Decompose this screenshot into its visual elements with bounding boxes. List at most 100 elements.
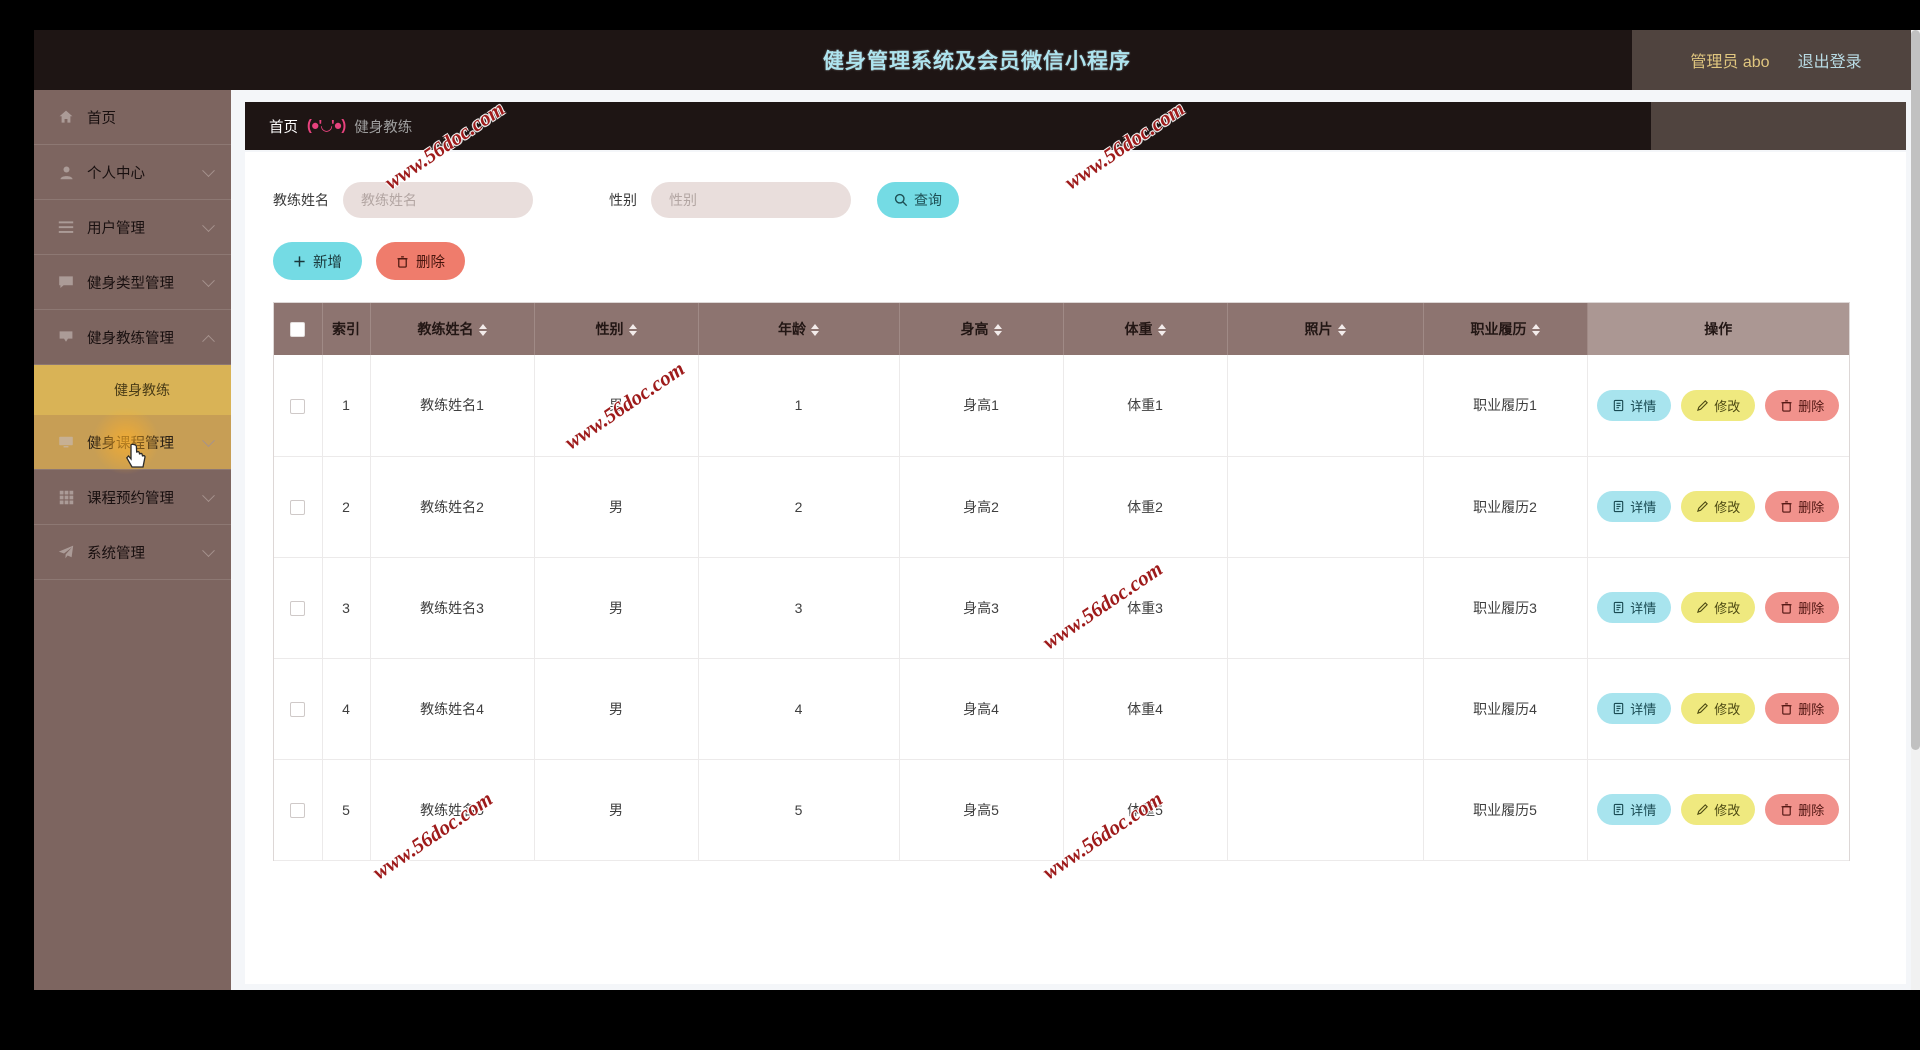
top-header: 健身管理系统及会员微信小程序 管理员 abo 退出登录 <box>34 30 1920 90</box>
document-icon <box>1613 500 1624 513</box>
row-select-cell <box>274 658 323 760</box>
coach-table: 索引 教练姓名 性别 年龄 身高 体重 照片 职业履历 操作 1 教练姓名1 男 1 身… <box>274 303 1849 861</box>
table-row: 3 教练姓名3 男 3 身高3 体重3 职业履历3 详情 修改 删除 <box>274 557 1849 659</box>
sidebar-item-user-management[interactable]: 用户管理 <box>34 200 231 255</box>
cell-operations: 详情 修改 删除 <box>1587 355 1849 457</box>
delete-button-label: 删除 <box>416 254 445 271</box>
home-icon <box>56 108 76 126</box>
delete-button[interactable]: 删除 <box>376 242 465 280</box>
row-delete-button[interactable]: 删除 <box>1765 794 1840 825</box>
cell-operations: 详情 修改 删除 <box>1587 557 1849 659</box>
col-weight[interactable]: 体重 <box>1063 303 1228 355</box>
row-delete-label: 删除 <box>1798 803 1825 818</box>
sidebar-item-label: 用户管理 <box>87 220 145 237</box>
cell-age: 5 <box>698 759 900 861</box>
cell-index: 1 <box>322 355 371 457</box>
row-delete-button[interactable]: 删除 <box>1765 389 1840 421</box>
monitor-icon <box>56 433 76 451</box>
sort-icon[interactable] <box>1531 324 1540 337</box>
col-height[interactable]: 身高 <box>899 303 1064 355</box>
sort-icon[interactable] <box>1157 324 1166 337</box>
row-detail-button[interactable]: 详情 <box>1597 389 1672 421</box>
sidebar-item-profile[interactable]: 个人中心 <box>34 145 231 200</box>
trash-icon <box>1781 501 1792 513</box>
scrollbar-thumb[interactable] <box>1911 30 1920 750</box>
col-gender[interactable]: 性别 <box>534 303 699 355</box>
row-edit-button[interactable]: 修改 <box>1681 592 1756 623</box>
row-detail-button[interactable]: 详情 <box>1597 491 1672 522</box>
sidebar-item-label: 个人中心 <box>87 165 145 182</box>
add-button[interactable]: 新增 <box>273 242 362 280</box>
row-select-cell <box>274 355 323 457</box>
select-all-checkbox[interactable] <box>290 322 306 338</box>
row-delete-label: 删除 <box>1798 601 1825 616</box>
cell-gender: 男 <box>534 658 699 760</box>
row-delete-label: 删除 <box>1798 398 1825 414</box>
grid-icon <box>56 488 76 506</box>
sort-icon[interactable] <box>478 324 487 337</box>
row-checkbox[interactable] <box>290 701 306 717</box>
coach-name-input[interactable] <box>343 182 533 218</box>
search-icon <box>894 193 908 207</box>
search-button[interactable]: 查询 <box>877 182 959 218</box>
row-edit-button[interactable]: 修改 <box>1681 389 1756 421</box>
breadcrumb-home[interactable]: 首页 <box>269 116 298 137</box>
logout-link[interactable]: 退出登录 <box>1798 48 1862 72</box>
cell-photo <box>1227 759 1424 861</box>
table-row: 1 教练姓名1 男 1 身高1 体重1 职业履历1 详情 修改 删除 <box>274 355 1849 457</box>
plus-icon <box>294 255 305 267</box>
sidebar-item-course-management[interactable]: 健身课程管理 <box>34 407 231 475</box>
col-resume[interactable]: 职业履历 <box>1423 303 1588 355</box>
row-edit-button[interactable]: 修改 <box>1681 693 1756 724</box>
row-delete-button[interactable]: 删除 <box>1765 693 1840 724</box>
sidebar-item-fitness-type[interactable]: 健身类型管理 <box>34 255 231 310</box>
row-checkbox[interactable] <box>290 802 306 818</box>
vertical-scrollbar[interactable] <box>1911 30 1920 990</box>
row-checkbox[interactable] <box>290 600 306 616</box>
trash-icon <box>1781 602 1792 614</box>
trash-icon <box>1781 703 1792 715</box>
col-name[interactable]: 教练姓名 <box>370 303 535 355</box>
table-header-row: 索引 教练姓名 性别 年龄 身高 体重 照片 职业履历 操作 <box>274 303 1849 355</box>
gender-input[interactable] <box>651 182 851 218</box>
cell-height: 身高1 <box>899 355 1064 457</box>
sidebar-item-system-management[interactable]: 系统管理 <box>34 525 231 580</box>
sidebar-subitem-coach[interactable]: 健身教练 <box>34 365 231 415</box>
sort-icon[interactable] <box>993 324 1002 337</box>
row-checkbox[interactable] <box>290 499 306 515</box>
sidebar-item-booking-management[interactable]: 课程预约管理 <box>34 470 231 525</box>
sort-icon[interactable] <box>1337 324 1346 337</box>
sidebar-item-home[interactable]: 首页 <box>34 90 231 145</box>
cell-operations: 详情 修改 删除 <box>1587 759 1849 861</box>
col-operations-label: 操作 <box>1704 321 1733 337</box>
col-age[interactable]: 年龄 <box>698 303 900 355</box>
col-photo[interactable]: 照片 <box>1227 303 1424 355</box>
document-icon <box>1613 702 1624 715</box>
sidebar-item-coach-management[interactable]: 健身教练管理 <box>34 310 231 365</box>
row-delete-button[interactable]: 删除 <box>1765 491 1840 522</box>
admin-label: 管理员 abo <box>1690 54 1770 71</box>
row-detail-button[interactable]: 详情 <box>1597 693 1672 724</box>
sort-icon[interactable] <box>628 324 637 337</box>
cell-photo <box>1227 557 1424 659</box>
sort-icon[interactable] <box>811 324 819 337</box>
cell-height: 身高3 <box>899 557 1064 659</box>
pencil-icon <box>1697 602 1709 614</box>
cell-photo <box>1227 355 1424 457</box>
row-detail-button[interactable]: 详情 <box>1597 592 1672 623</box>
main-content: 首页 (●'◡'●) 健身教练 教练姓名 性别 查询 <box>231 90 1920 990</box>
row-edit-button[interactable]: 修改 <box>1681 491 1756 522</box>
row-detail-button[interactable]: 详情 <box>1597 794 1672 825</box>
chevron-down-icon <box>202 489 215 503</box>
row-delete-button[interactable]: 删除 <box>1765 592 1840 623</box>
cell-name: 教练姓名5 <box>370 759 535 861</box>
app-window: 健身管理系统及会员微信小程序 管理员 abo 退出登录 首页 个人中心 用户管理 <box>34 30 1920 990</box>
list-icon <box>56 218 76 236</box>
trash-icon <box>397 255 408 268</box>
row-select-cell <box>274 456 323 558</box>
sidebar-item-label: 健身课程管理 <box>87 435 174 452</box>
row-edit-button[interactable]: 修改 <box>1681 794 1756 825</box>
row-checkbox[interactable] <box>290 398 306 414</box>
sidebar: 首页 个人中心 用户管理 健身类型管理 健身教练管理 健身教练 健身课程管理 课… <box>34 90 231 990</box>
table-head: 索引 教练姓名 性别 年龄 身高 体重 照片 职业履历 操作 <box>274 303 1849 355</box>
